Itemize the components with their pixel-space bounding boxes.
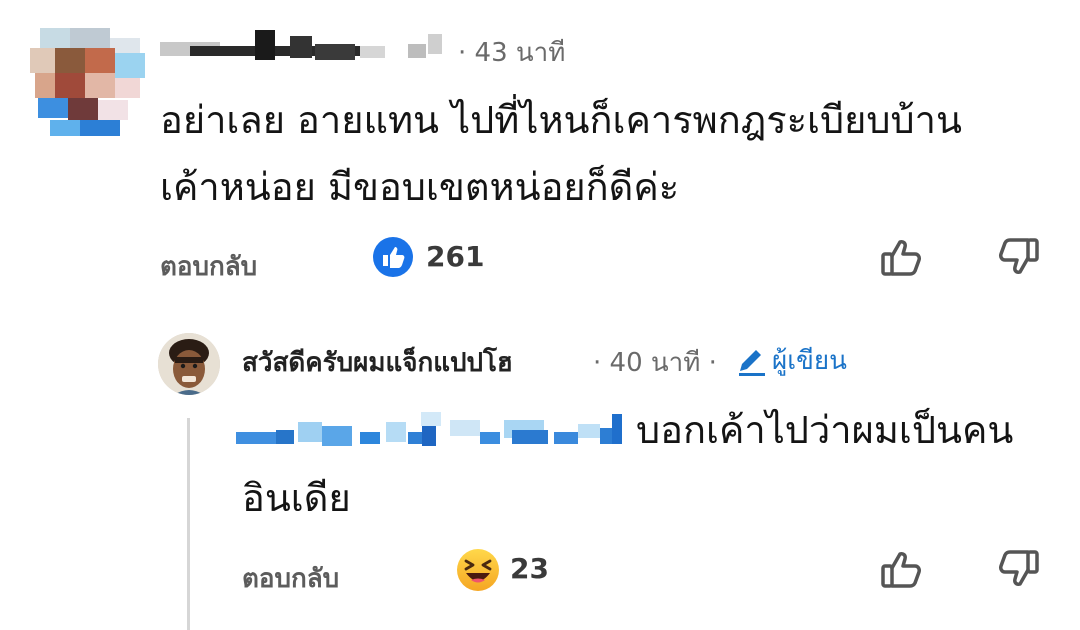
avatar-pixelated[interactable]	[30, 28, 150, 138]
comment-text-line1: อย่าเลย อายแทน ไปที่ไหนก็เคารพกฎระเบียบบ…	[160, 98, 962, 142]
reply-button[interactable]: ตอบกลับ	[242, 558, 339, 599]
thumbs-up-icon[interactable]	[878, 546, 926, 594]
pencil-icon	[736, 345, 768, 377]
thumbs-down-icon[interactable]	[994, 546, 1042, 594]
author-name[interactable]: สวัสดีครับผมแจ็กแปปโฮ	[242, 342, 513, 383]
mention-redacted[interactable]	[236, 410, 628, 450]
reaction-count: 23	[510, 552, 549, 585]
author-badge: ผู้เขียน	[736, 340, 847, 381]
comment-text-line1: บอกเค้าไปว่าผมเป็นคน	[636, 408, 1014, 452]
author-badge-label: ผู้เขียน	[772, 346, 847, 376]
reaction-count: 261	[426, 240, 485, 273]
comment-1: · 43 นาที อย่าเลย อายแทน ไปที่ไหนก็เคารพ…	[0, 0, 1080, 300]
comment-time: · 40 นาที ·	[593, 348, 717, 378]
comment-text-line2: อินเดีย	[242, 476, 351, 520]
avatar[interactable]	[158, 333, 220, 395]
comment-time: · 43 นาที	[458, 38, 566, 68]
thumbs-up-icon[interactable]	[878, 234, 926, 282]
comment-text-line2: เค้าหน่อย มีขอบเขตหน่อยก็ดีค่ะ	[160, 165, 680, 209]
laugh-reaction-icon[interactable]	[456, 548, 500, 592]
username-redacted[interactable]	[160, 28, 450, 68]
like-reaction-icon[interactable]	[372, 236, 414, 278]
reply-button[interactable]: ตอบกลับ	[160, 246, 257, 287]
thumbs-down-icon[interactable]	[994, 234, 1042, 282]
comment-2: สวัสดีครับผมแจ็กแปปโฮ · 40 นาที · ผู้เขี…	[0, 320, 1080, 630]
